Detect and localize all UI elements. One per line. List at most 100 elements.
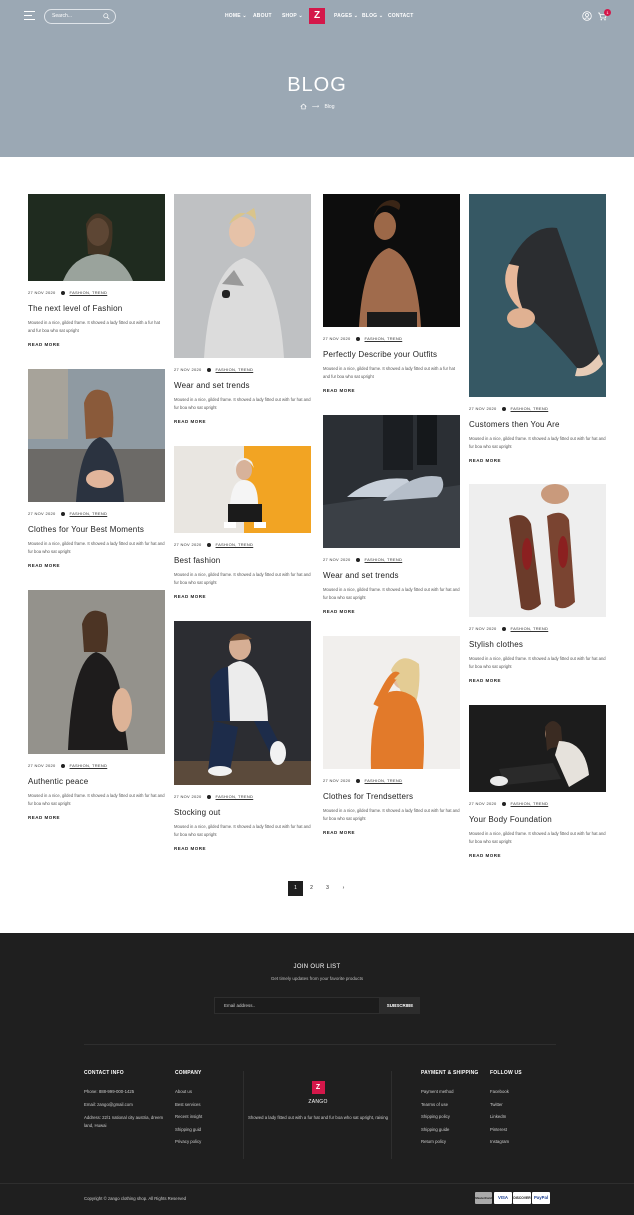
footer-link[interactable]: Return policy <box>421 1139 487 1144</box>
post-image[interactable] <box>28 194 165 281</box>
read-more-link[interactable]: READ MORE <box>469 853 606 858</box>
post-image[interactable] <box>28 590 165 754</box>
nav-about[interactable]: ABOUT <box>253 13 272 19</box>
post-title[interactable]: Wear and set trends <box>174 381 311 390</box>
blog-card: 27 NOV 2020 FASHION, TREND Best fashion M… <box>174 446 311 599</box>
email-input[interactable]: Email address.. <box>214 997 380 1014</box>
post-image[interactable] <box>323 194 460 327</box>
footer-link[interactable]: Shipping guid <box>175 1127 235 1132</box>
post-image[interactable] <box>323 415 460 548</box>
read-more-link[interactable]: READ MORE <box>174 594 311 599</box>
read-more-link[interactable]: READ MORE <box>469 678 606 683</box>
logo[interactable]: Z <box>309 8 325 24</box>
subscribe-button[interactable]: SUBSCRIBE <box>380 997 420 1014</box>
footer-divider <box>84 1044 556 1045</box>
post-meta: 27 NOV 2020 FASHION, TREND <box>323 557 403 562</box>
post-title[interactable]: Stocking out <box>174 808 311 817</box>
post-title[interactable]: Your Body Foundation <box>469 815 606 824</box>
footer-link[interactable]: Shipping guide <box>421 1127 487 1132</box>
facebook-link[interactable]: Facebook <box>490 1089 550 1094</box>
post-title[interactable]: Best fashion <box>174 556 311 565</box>
footer-link[interactable]: Privacy policy <box>175 1139 235 1144</box>
footer-link[interactable]: Recent insight <box>175 1114 235 1119</box>
post-image[interactable] <box>174 194 311 358</box>
pinterest-link[interactable]: Pinterest <box>490 1127 550 1132</box>
post-title[interactable]: Stylish clothes <box>469 640 606 649</box>
post-meta: 27 NOV 2020 FASHION, TREND <box>469 626 549 631</box>
page-2-button[interactable]: 2 <box>304 881 319 896</box>
blog-card: 27 NOV 2020 FASHION, TREND The next level… <box>28 194 165 347</box>
footer-link[interactable]: Tearms of use <box>421 1102 487 1107</box>
contact-email[interactable]: Email: zango@gmail.com <box>84 1102 164 1107</box>
post-excerpt: Moused in a nice, gilded frame. It showe… <box>323 366 455 379</box>
footer-link[interactable]: Best services <box>175 1102 235 1107</box>
paypal-icon: PayPal <box>532 1192 550 1204</box>
nav-contact[interactable]: CONTACT <box>388 13 413 19</box>
next-page-icon[interactable]: › <box>336 881 351 896</box>
read-more-link[interactable]: READ MORE <box>28 342 165 347</box>
page-banner: BLOG ⟶ Blog <box>0 33 634 157</box>
post-title[interactable]: Perfectly Describe your Outfits <box>323 350 460 359</box>
read-more-link[interactable]: READ MORE <box>28 563 165 568</box>
user-icon[interactable] <box>582 11 592 21</box>
post-title[interactable]: The next level of Fashion <box>28 304 165 313</box>
footer-link[interactable]: About us <box>175 1089 235 1094</box>
footer-link[interactable]: Shipping policy <box>421 1114 487 1119</box>
brand-description: Showed a lady fitted out with a fur hat … <box>248 1115 388 1120</box>
post-title[interactable]: Wear and set trends <box>323 571 460 580</box>
blog-card: 27 NOV 2020 FASHION, TREND Customers then… <box>469 194 606 463</box>
post-title[interactable]: Clothes for Your Best Moments <box>28 525 165 534</box>
read-more-link[interactable]: READ MORE <box>323 388 460 393</box>
blog-card: 27 NOV 2020 FASHION, TREND Clothes for Yo… <box>28 369 165 568</box>
site-footer: JOIN OUR LIST Get timely updates from yo… <box>0 933 634 1215</box>
nav-shop[interactable]: SHOP ⌄ <box>282 13 303 19</box>
read-more-link[interactable]: READ MORE <box>174 419 311 424</box>
menu-icon[interactable] <box>24 11 35 20</box>
contact-address: Address: 22/1 national city austria, dre… <box>84 1115 164 1128</box>
post-excerpt: Moused in a nice, gilded frame. It showe… <box>323 808 460 821</box>
read-more-link[interactable]: READ MORE <box>174 846 311 851</box>
instagram-link[interactable]: Instagram <box>490 1139 550 1144</box>
read-more-link[interactable]: READ MORE <box>323 609 460 614</box>
post-image[interactable] <box>469 705 606 792</box>
cart-count-badge: 1 <box>604 9 611 16</box>
linkedin-link[interactable]: LinkedIn <box>490 1114 550 1119</box>
read-more-link[interactable]: READ MORE <box>323 830 460 835</box>
post-meta: 27 NOV 2020 FASHION, TREND <box>28 511 108 516</box>
read-more-link[interactable]: READ MORE <box>469 458 606 463</box>
home-icon[interactable] <box>299 103 307 110</box>
post-title[interactable]: Customers then You Are <box>469 420 606 429</box>
page-1-button[interactable]: 1 <box>288 881 303 896</box>
post-image[interactable] <box>469 484 606 617</box>
blog-card: 27 NOV 2020 FASHION, TREND Perfectly Desc… <box>323 194 460 393</box>
breadcrumb-arrow-icon: ⟶ <box>311 103 320 110</box>
nav-pages[interactable]: PAGES ⌄ <box>334 13 358 19</box>
blog-card: 27 NOV 2020 FASHION, TREND Clothes for Tr… <box>323 636 460 835</box>
post-image[interactable] <box>28 369 165 502</box>
newsletter-subtitle: Get timely updates from your favorite pr… <box>270 976 364 981</box>
read-more-link[interactable]: READ MORE <box>28 815 165 820</box>
post-image[interactable] <box>174 446 311 533</box>
blog-card: 27 NOV 2020 FASHION, TREND Your Body Foun… <box>469 705 606 858</box>
page-3-button[interactable]: 3 <box>320 881 335 896</box>
post-meta: 27 NOV 2020 FASHION, TREND <box>28 763 108 768</box>
post-excerpt: Moused in a nice, gilded frame. It showe… <box>28 541 165 554</box>
search-input[interactable]: Search... <box>44 9 116 24</box>
nav-blog[interactable]: BLOG ⌄ <box>362 13 383 19</box>
contact-phone[interactable]: Phone: 888-999-000-1425 <box>84 1089 164 1094</box>
blog-card: 27 NOV 2020 FASHION, TREND Stylish clothe… <box>469 484 606 683</box>
post-image[interactable] <box>174 621 311 785</box>
post-excerpt: Moused in a nice, gilded frame. It showe… <box>469 831 606 844</box>
post-title[interactable]: Clothes for Trendsetters <box>323 792 460 801</box>
nav-home[interactable]: HOME ⌄ <box>225 13 247 19</box>
footer-link[interactable]: Payment method <box>421 1089 487 1094</box>
footer-logo[interactable]: Z <box>311 1081 325 1094</box>
search-icon[interactable] <box>103 13 110 20</box>
post-image[interactable] <box>323 636 460 769</box>
post-meta: 27 NOV 2020 FASHION, TREND <box>28 290 108 295</box>
footer-brand: Z ZANGO Showed a lady fitted out with a … <box>244 1081 392 1122</box>
post-excerpt: Moused in a nice, gilded frame. It showe… <box>323 587 460 600</box>
post-image[interactable] <box>469 194 606 397</box>
post-title[interactable]: Authentic peace <box>28 777 165 786</box>
twitter-link[interactable]: Twitter <box>490 1102 550 1107</box>
